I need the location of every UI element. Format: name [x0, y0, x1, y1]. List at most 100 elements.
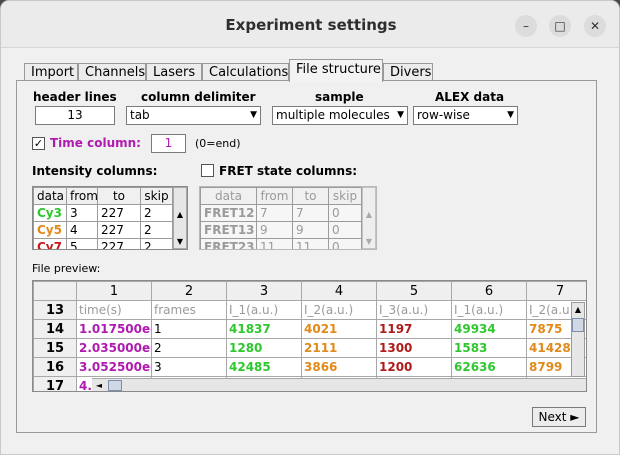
table-cell[interactable]: frames: [151, 300, 227, 320]
header-lines-field[interactable]: 13: [35, 106, 115, 125]
fret-state-columns-table: data from to skip FRET12 7 7 0 FRET13 9 …: [199, 186, 377, 250]
column-header: from: [256, 187, 293, 205]
table-cell: FRET23: [200, 238, 257, 249]
column-header[interactable]: to: [97, 187, 141, 205]
chevron-down-icon: ▼: [507, 110, 514, 120]
table-cell[interactable]: Cy5: [33, 221, 67, 239]
table-cell[interactable]: 2111: [301, 338, 377, 358]
table-cell: 11: [292, 238, 329, 249]
table-cell[interactable]: 4: [66, 221, 98, 239]
table-cell[interactable]: 2: [151, 338, 227, 358]
row-number[interactable]: 15: [33, 338, 77, 358]
intensity-columns-table[interactable]: data from to skip Cy3 3 227 2 Cy5 4 227 …: [32, 186, 188, 250]
table-row[interactable]: Cy7 5 227 2: [33, 238, 173, 249]
table-cell[interactable]: 42485: [226, 357, 302, 377]
table-cell[interactable]: 1300: [376, 338, 452, 358]
table-row[interactable]: 14 1.017500e- 1 41837 4021 1197 49934 7875: [33, 319, 586, 339]
table-row: FRET13 9 9 0: [200, 221, 362, 239]
column-header[interactable]: 6: [451, 281, 527, 301]
table-cell[interactable]: 1280: [226, 338, 302, 358]
time-column-checkbox[interactable]: ✓: [32, 137, 45, 150]
column-header[interactable]: 5: [376, 281, 452, 301]
column-header[interactable]: 1: [76, 281, 152, 301]
table-row[interactable]: 16 3.052500e- 3 42485 3866 1200 62636 8799: [33, 357, 586, 377]
column-header: data: [200, 187, 257, 205]
table-cell[interactable]: Cy3: [33, 204, 67, 222]
scroll-thumb[interactable]: [572, 318, 584, 332]
table-cell[interactable]: 3: [151, 357, 227, 377]
fret-state-checkbox[interactable]: [201, 164, 214, 177]
table-cell[interactable]: 41837: [226, 319, 302, 339]
tab-file-structure[interactable]: File structure: [289, 59, 383, 82]
table-row[interactable]: Cy3 3 227 2: [33, 204, 173, 222]
column-header[interactable]: data: [33, 187, 67, 205]
table-cell[interactable]: 3866: [301, 357, 377, 377]
column-header[interactable]: from: [66, 187, 98, 205]
maximize-button[interactable]: □: [549, 15, 571, 37]
scroll-left-icon[interactable]: ◄: [92, 379, 106, 391]
table-row[interactable]: Cy5 4 227 2: [33, 221, 173, 239]
table-cell[interactable]: 1197: [376, 319, 452, 339]
sample-value: multiple molecules: [276, 108, 390, 122]
alex-data-select[interactable]: row-wise ▼: [413, 106, 518, 125]
file-structure-panel: header lines 13 column delimiter tab ▼ s…: [16, 80, 597, 433]
table-cell[interactable]: 62636: [451, 357, 527, 377]
table-cell[interactable]: 227: [97, 204, 141, 222]
row-number[interactable]: 13: [33, 300, 77, 320]
scroll-thumb[interactable]: [108, 380, 122, 391]
table-cell[interactable]: I_1(a.u.): [451, 300, 527, 320]
table-cell[interactable]: 2.035000e-: [76, 338, 152, 358]
table-cell[interactable]: 3.052500e-: [76, 357, 152, 377]
column-header[interactable]: 3: [226, 281, 302, 301]
scroll-down-icon[interactable]: ▼: [174, 235, 186, 248]
column-header[interactable]: 2: [151, 281, 227, 301]
column-header[interactable]: 4: [301, 281, 377, 301]
table-cell[interactable]: 1: [151, 319, 227, 339]
table-cell[interactable]: 4021: [301, 319, 377, 339]
table-cell[interactable]: 3: [66, 204, 98, 222]
table-cell[interactable]: 1200: [376, 357, 452, 377]
scroll-up-icon[interactable]: ▲: [572, 303, 584, 316]
row-number[interactable]: 16: [33, 357, 77, 377]
sample-select[interactable]: multiple molecules ▼: [272, 106, 408, 125]
table-row[interactable]: 15 2.035000e- 2 1280 2111 1300 1583 41428: [33, 338, 586, 358]
table-cell[interactable]: 49934: [451, 319, 527, 339]
table-cell: 11: [256, 238, 293, 249]
chevron-down-icon: ▼: [250, 110, 257, 120]
table-cell[interactable]: 227: [97, 221, 141, 239]
row-number[interactable]: 14: [33, 319, 77, 339]
table-cell[interactable]: 5: [66, 238, 98, 249]
table-cell: 9: [292, 221, 329, 239]
sample-label: sample: [315, 90, 364, 104]
minimize-button[interactable]: –: [515, 15, 537, 37]
table-cell[interactable]: time(s): [76, 300, 152, 320]
table-cell[interactable]: Cy7: [33, 238, 67, 249]
intensity-scrollbar[interactable]: ▲ ▼: [173, 187, 187, 249]
table-cell[interactable]: I_2(a.u.): [301, 300, 377, 320]
scroll-up-icon[interactable]: ▲: [174, 208, 186, 221]
close-button[interactable]: ✕: [584, 15, 606, 37]
column-header[interactable]: skip: [140, 187, 173, 205]
table-cell[interactable]: 1583: [451, 338, 527, 358]
table-cell[interactable]: 227: [97, 238, 141, 249]
table-cell: 7: [292, 204, 329, 222]
table-cell[interactable]: 1.017500e-: [76, 319, 152, 339]
time-column-hint: (0=end): [195, 137, 241, 150]
column-header[interactable]: 7: [526, 281, 586, 301]
time-column-field[interactable]: 1: [151, 134, 186, 153]
row-number[interactable]: 17: [33, 376, 77, 391]
table-cell[interactable]: 2: [140, 204, 173, 222]
table-row: FRET23 11 11 0: [200, 238, 362, 249]
table-cell[interactable]: I_3(a.u.): [376, 300, 452, 320]
preview-horizontal-scrollbar[interactable]: ◄: [92, 378, 586, 391]
table-row[interactable]: 13 time(s) frames I_1(a.u.) I_2(a.u.) I_3(a.u…: [33, 300, 586, 320]
next-button[interactable]: Next ►: [532, 407, 586, 427]
table-cell[interactable]: I_1(a.u.): [226, 300, 302, 320]
preview-vertical-scrollbar[interactable]: ▲: [571, 302, 585, 377]
table-cell[interactable]: 2: [140, 238, 173, 249]
table-cell[interactable]: 2: [140, 221, 173, 239]
table-cell: FRET12: [200, 204, 257, 222]
file-preview-table[interactable]: 1 2 3 4 5 6 7 13 time(s) frames I_1(a.u.) I_…: [32, 280, 587, 392]
fret-state-columns-label: FRET state columns:: [219, 164, 358, 178]
column-delimiter-select[interactable]: tab ▼: [126, 106, 261, 125]
